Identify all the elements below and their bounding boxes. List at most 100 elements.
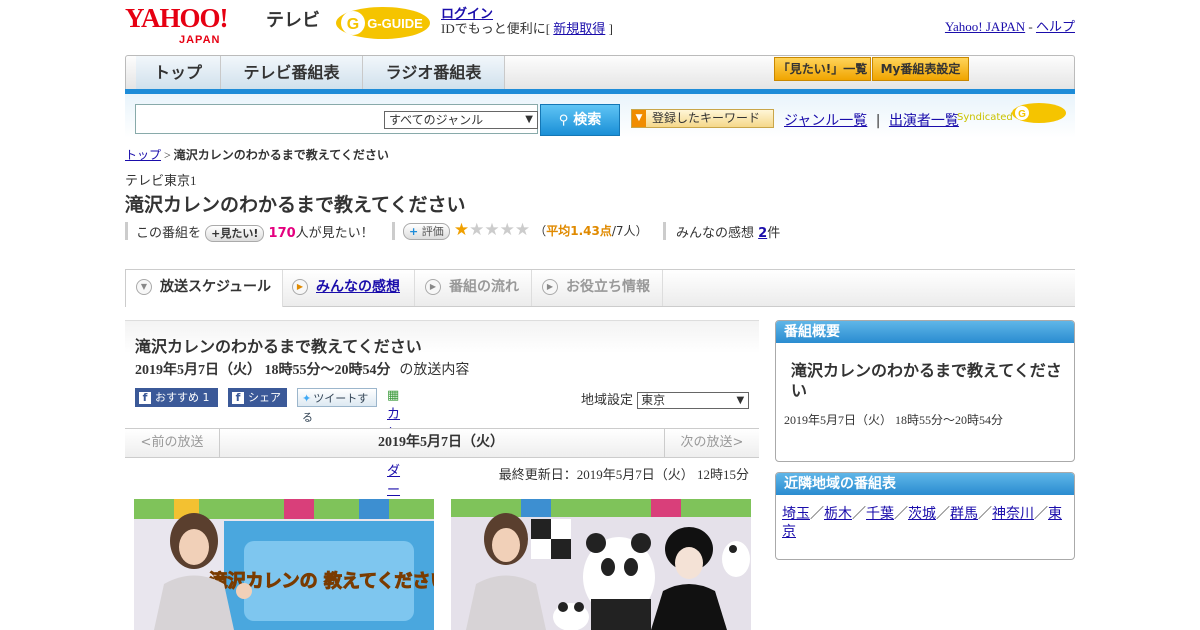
nearby-region-link[interactable]: 千葉 <box>866 506 894 522</box>
tab-impressions[interactable]: ▶ みんなの感想 <box>282 270 415 306</box>
region-select[interactable]: 東京 ▼ <box>637 392 750 409</box>
nearby-region-link[interactable]: 栃木 <box>824 506 852 522</box>
header-links: Yahoo! JAPAN - ヘルプ <box>945 16 1075 35</box>
page: YAHOO! JAPAN テレビ G G-GUIDE ログイン IDでもっと便利… <box>125 0 1075 630</box>
breadcrumb-sep: > <box>161 148 174 162</box>
region-label: 地域設定 <box>581 393 634 408</box>
login-box: ログイン IDでもっと便利に[ 新規取得 ] <box>441 6 613 36</box>
facebook-icon: f <box>232 392 244 404</box>
tab-impressions-label: みんなの感想 <box>316 279 400 295</box>
episode-box: 滝沢カレンのわかるまで教えてください 2019年5月7日（火） 18時55分～2… <box>125 320 759 555</box>
yahoo-logo[interactable]: YAHOO! JAPAN <box>125 4 229 46</box>
mitai-button[interactable]: +見たい! <box>205 225 265 242</box>
mitai-prefix: この番組を <box>136 226 202 241</box>
genre-select[interactable]: すべてのジャンル ▼ <box>384 111 538 129</box>
login-link[interactable]: ログイン <box>441 6 493 21</box>
calendar-icon: ▦ <box>387 388 400 403</box>
nav-tab-top[interactable]: トップ <box>136 56 221 90</box>
nearby-regions-list: 埼玉／栃木／千葉／茨城／群馬／神奈川／東京 <box>776 495 1074 541</box>
tab-program-flow[interactable]: ▶ 番組の流れ <box>415 270 532 306</box>
rating-label: 評価 <box>421 225 444 238</box>
chevron-down-icon: ▼ <box>736 395 745 406</box>
signup-link[interactable]: 新規取得 <box>553 21 605 36</box>
last-updated: 最終更新日：2019年5月7日（火） 12時15分 <box>498 467 749 482</box>
star-empty-icon: ★ <box>469 220 485 240</box>
impressions-unit: 件 <box>767 226 781 241</box>
region-separator: ／ <box>1034 506 1048 522</box>
nav-tab-radio-schedule[interactable]: ラジオ番組表 <box>363 56 505 90</box>
my-schedule-settings-button[interactable]: My番組表設定 <box>872 57 969 81</box>
breadcrumb-top-link[interactable]: トップ <box>125 148 161 162</box>
rating-open: （ <box>534 224 547 238</box>
chevron-down-icon: ▼ <box>136 279 152 295</box>
tab-program-flow-label: 番組の流れ <box>449 279 519 295</box>
tab-useful-info[interactable]: ▶ お役立ち情報 <box>532 270 663 306</box>
login-note-end: ] <box>605 21 613 36</box>
nav-tab-tv-schedule[interactable]: テレビ番組表 <box>221 56 363 90</box>
divider <box>392 222 395 240</box>
region-separator: ／ <box>852 506 866 522</box>
nearby-region-link[interactable]: 群馬 <box>950 506 978 522</box>
program-subtabs: ▼ 放送スケジュール ▶ みんなの感想 ▶ 番組の流れ ▶ お役立ち情報 <box>125 269 1075 307</box>
divider <box>663 222 666 240</box>
episode-thumbnail-1[interactable]: 滝沢カレンの 教えてください <box>134 499 434 630</box>
performers-list-link[interactable]: 出演者一覧 <box>889 113 959 129</box>
broadcast-date-nav: <前の放送 2019年5月7日（火） 次の放送> <box>125 428 759 458</box>
nearby-region-link[interactable]: 埼玉 <box>782 506 810 522</box>
header: YAHOO! JAPAN テレビ G G-GUIDE ログイン IDでもっと便利… <box>125 0 1075 52</box>
facebook-icon: f <box>139 392 151 404</box>
search-links: ジャンル一覧 | 出演者一覧 <box>784 110 959 130</box>
episode-thumbnail-2[interactable] <box>451 499 751 630</box>
chevron-down-icon: ▼ <box>525 114 533 125</box>
region-separator: ／ <box>936 506 950 522</box>
play-icon: ▶ <box>542 279 558 295</box>
rating-count: /7人 <box>611 224 636 238</box>
rating-button[interactable]: + 評価 <box>403 223 450 240</box>
tv-service-label[interactable]: テレビ <box>266 6 320 32</box>
svg-text:G: G <box>1018 109 1026 120</box>
mitai-suffix: 人が見たい！ <box>295 226 374 241</box>
breadcrumb-current: 滝沢カレンのわかるまで教えてください <box>173 148 389 162</box>
next-broadcast-button[interactable]: 次の放送> <box>664 429 759 457</box>
prev-broadcast-button[interactable]: <前の放送 <box>125 429 220 457</box>
link-separator: | <box>875 113 881 129</box>
rating-average: 平均1.43点 <box>546 224 612 238</box>
registered-keywords-button[interactable]: ▼ 登録したキーワード <box>631 109 774 128</box>
tweet-button[interactable]: ✦ ツイートする <box>297 388 377 424</box>
yahoo-logo-japan: JAPAN <box>179 34 221 46</box>
impressions-count-link[interactable]: 2 <box>758 226 767 241</box>
genre-list-link[interactable]: ジャンル一覧 <box>784 113 867 129</box>
nearby-region-link[interactable]: 茨城 <box>908 506 936 522</box>
play-icon: ▶ <box>425 279 441 295</box>
nearby-region-link[interactable]: 神奈川 <box>992 506 1034 522</box>
gguide-syndicated-logo: G <box>1012 103 1066 123</box>
episode-title: 滝沢カレンのわかるまで教えてください <box>135 337 422 356</box>
yahoo-japan-link[interactable]: Yahoo! JAPAN <box>945 19 1025 34</box>
search-button[interactable]: ⚲ 検索 <box>540 104 620 136</box>
episode-datetime: 2019年5月7日（火） 18時55分～20時54分 の放送内容 <box>135 359 469 379</box>
search-bar: すべてのジャンル ▼ ⚲ 検索 ▼ 登録したキーワード ジャンル一覧 | 出演者一… <box>125 94 1075 138</box>
help-link[interactable]: ヘルプ <box>1036 19 1075 34</box>
registered-keywords-label: 登録したキーワード <box>652 111 761 125</box>
rating-section: + 評価 ★★★★★ （平均1.43点/7人） <box>403 220 648 240</box>
mitai-section: この番組を +見たい! 170人が見たい！ <box>136 222 374 242</box>
facebook-recommend-label: おすすめ 1 <box>155 391 210 404</box>
program-meta: この番組を +見たい! 170人が見たい！ + 評価 ★★★★★ （平均1.43… <box>125 220 1075 242</box>
facebook-share-button[interactable]: f シェア <box>228 388 287 407</box>
star-empty-icon: ★ <box>499 220 515 240</box>
dropdown-arrow-icon: ▼ <box>632 110 646 127</box>
tab-schedule[interactable]: ▼ 放送スケジュール <box>125 270 283 307</box>
search-icon: ⚲ <box>558 113 569 128</box>
program-overview-box: 番組概要 滝沢カレンのわかるまで教えてください 2019年5月7日（火） 18時… <box>775 320 1075 462</box>
region-separator: ／ <box>894 506 908 522</box>
star-empty-icon: ★ <box>514 220 531 240</box>
star-empty-icon: ★ <box>484 220 500 240</box>
svg-text:G: G <box>347 16 359 33</box>
twitter-icon: ✦ <box>302 392 312 405</box>
tab-useful-info-label: お役立ち情報 <box>566 279 650 295</box>
rating-summary: （平均1.43点/7人） <box>534 224 647 238</box>
gguide-logo[interactable]: G G-GUIDE <box>335 6 431 40</box>
header-sep: - <box>1025 19 1036 34</box>
facebook-recommend-button[interactable]: f おすすめ 1 <box>135 388 218 407</box>
mitai-list-button[interactable]: 「見たい!」一覧 <box>774 57 871 81</box>
